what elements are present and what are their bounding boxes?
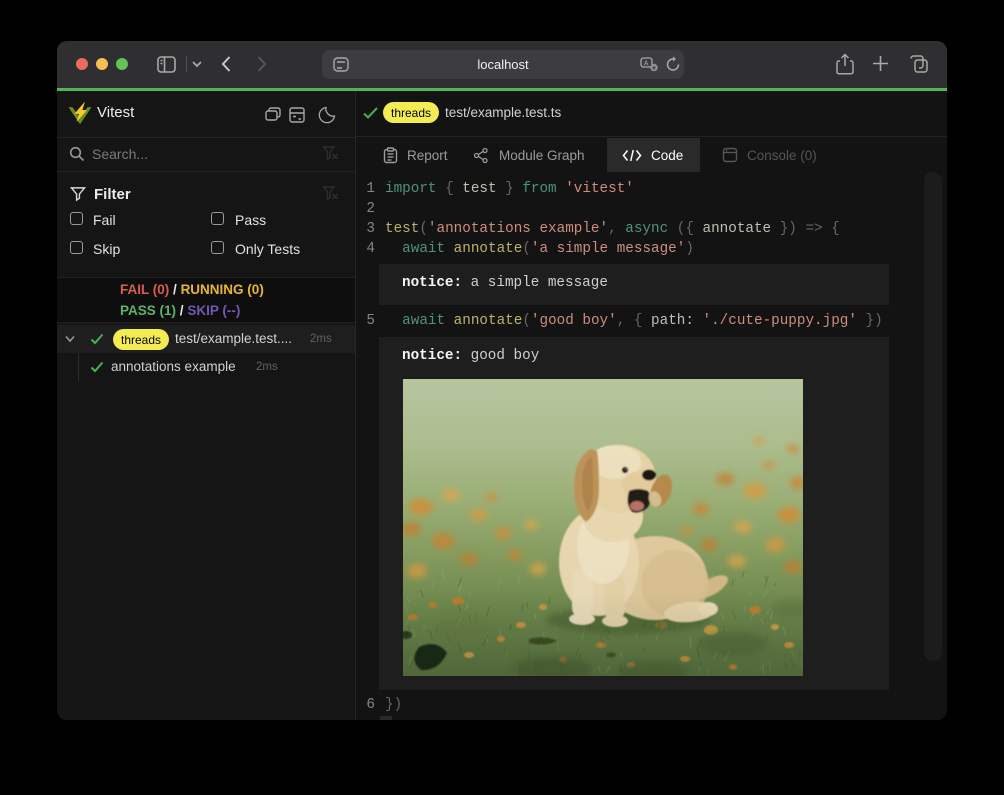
svg-text:A: A bbox=[644, 60, 649, 67]
